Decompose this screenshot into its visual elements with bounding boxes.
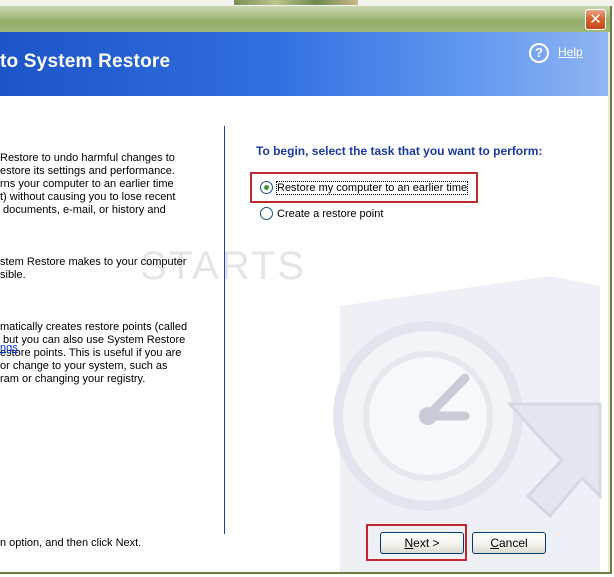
- next-button-accel: N: [404, 536, 414, 550]
- screen: ✕ to System Restore ? Help STARTS Restor…: [0, 0, 614, 577]
- instruction-text: n option, and then click Next.: [0, 537, 142, 549]
- restore-option-label[interactable]: Restore my computer to an earlier time: [275, 180, 469, 195]
- next-button[interactable]: Next >: [380, 532, 464, 554]
- desktop-wallpaper-strip: [234, 0, 358, 5]
- task-heading: To begin, select the task that you want …: [256, 144, 543, 158]
- create-restore-point-radio[interactable]: [260, 207, 273, 220]
- title-bar[interactable]: ✕: [0, 6, 610, 32]
- description-text: Restore to undo harmful changes to estor…: [0, 126, 200, 412]
- cancel-button-accel: C: [490, 536, 499, 550]
- panel-divider: [224, 126, 225, 534]
- restore-option[interactable]: Restore my computer to an earlier time: [260, 180, 469, 195]
- create-restore-point-label[interactable]: Create a restore point: [277, 208, 383, 220]
- wizard-body: STARTS Restore to undo harmful changes t…: [0, 96, 608, 572]
- help-link[interactable]: Help: [558, 45, 583, 59]
- cancel-button-label: ancel: [498, 536, 528, 550]
- next-button-label: ext >: [413, 536, 440, 550]
- help-icon[interactable]: ?: [529, 43, 549, 63]
- description-paragraph-2: stem Restore makes to your computer sibl…: [0, 256, 187, 281]
- wizard-header: to System Restore ? Help: [0, 32, 608, 96]
- close-button[interactable]: ✕: [585, 9, 606, 30]
- system-restore-window: ✕ to System Restore ? Help STARTS Restor…: [0, 6, 612, 574]
- create-restore-point-option[interactable]: Create a restore point: [260, 207, 383, 220]
- settings-link[interactable]: ngs: [0, 342, 18, 354]
- description-paragraph-1: Restore to undo harmful changes to estor…: [0, 152, 176, 216]
- description-paragraph-3: matically creates restore points (called…: [0, 321, 188, 385]
- restore-option-radio[interactable]: [260, 181, 273, 194]
- cancel-button[interactable]: Cancel: [472, 532, 546, 554]
- page-title: to System Restore: [0, 51, 171, 72]
